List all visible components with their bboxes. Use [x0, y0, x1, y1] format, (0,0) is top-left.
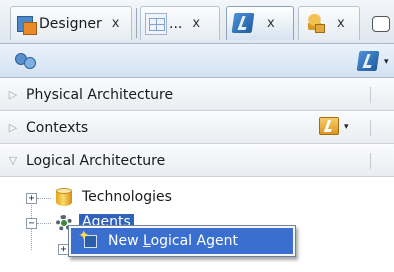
menu-item-new-logical-agent[interactable]: ✦ New Logical Agent [71, 228, 293, 254]
tab-grid[interactable]: ... x [140, 6, 220, 40]
expanded-arrow-icon: ▽ [8, 154, 18, 167]
collapsed-arrow-icon: ▷ [8, 121, 18, 134]
restore-window-button[interactable] [366, 16, 390, 32]
tab-designer[interactable]: Designer x [10, 6, 132, 40]
accordion-label: Logical Architecture [26, 152, 166, 169]
accordion-label: Physical Architecture [26, 86, 174, 103]
topology-tool-icon [356, 49, 382, 75]
menu-item-label: New Logical Agent [108, 233, 238, 249]
tab-separator [136, 8, 137, 38]
tab-security[interactable]: x [298, 6, 360, 40]
divider [370, 87, 371, 103]
restore-window-icon [372, 16, 390, 32]
grid-icon [145, 12, 167, 35]
collapsed-arrow-icon: ▷ [8, 88, 18, 101]
designer-icon [15, 13, 37, 35]
tab-grid-close-icon[interactable]: x [192, 16, 200, 31]
topology-icon [231, 11, 257, 37]
editor-tab-strip: Designer x ... x x x [0, 0, 394, 44]
expand-icon[interactable]: + [26, 193, 37, 204]
database-icon [55, 188, 73, 208]
divider [370, 153, 371, 169]
chevron-down-icon: ▾ [384, 57, 389, 67]
topology-tool-button[interactable]: ▾ [356, 49, 389, 75]
tab-grid-label: ... [169, 15, 183, 32]
navigator-toolbar: ▾ [0, 44, 394, 78]
tree-connector [37, 223, 51, 224]
collapse-icon[interactable]: − [26, 218, 37, 229]
accordion-label: Contexts [26, 119, 89, 136]
tab-topology[interactable]: x [226, 6, 294, 40]
tab-designer-label: Designer [39, 15, 102, 32]
accordion-logical-architecture[interactable]: ▽ Logical Architecture [0, 145, 394, 177]
security-icon [303, 13, 327, 35]
connect-icon[interactable] [14, 50, 38, 72]
tab-designer-close-icon[interactable]: x [112, 16, 120, 31]
accordion-contexts[interactable]: ▷ Contexts ▾ [0, 112, 394, 144]
divider [370, 120, 371, 136]
new-logical-agent-icon: ✦ [78, 228, 100, 251]
chevron-down-icon: ▾ [344, 122, 349, 132]
context-tool-icon [318, 115, 342, 139]
tree-node-label: Technologies [82, 189, 172, 205]
tab-topology-close-icon[interactable]: x [267, 16, 275, 31]
tab-security-close-icon[interactable]: x [337, 16, 345, 31]
tree-connector [37, 198, 51, 199]
context-tool-button[interactable]: ▾ [318, 115, 349, 139]
accordion-physical-architecture[interactable]: ▷ Physical Architecture [0, 79, 394, 111]
context-menu: ✦ New Logical Agent [68, 225, 296, 257]
